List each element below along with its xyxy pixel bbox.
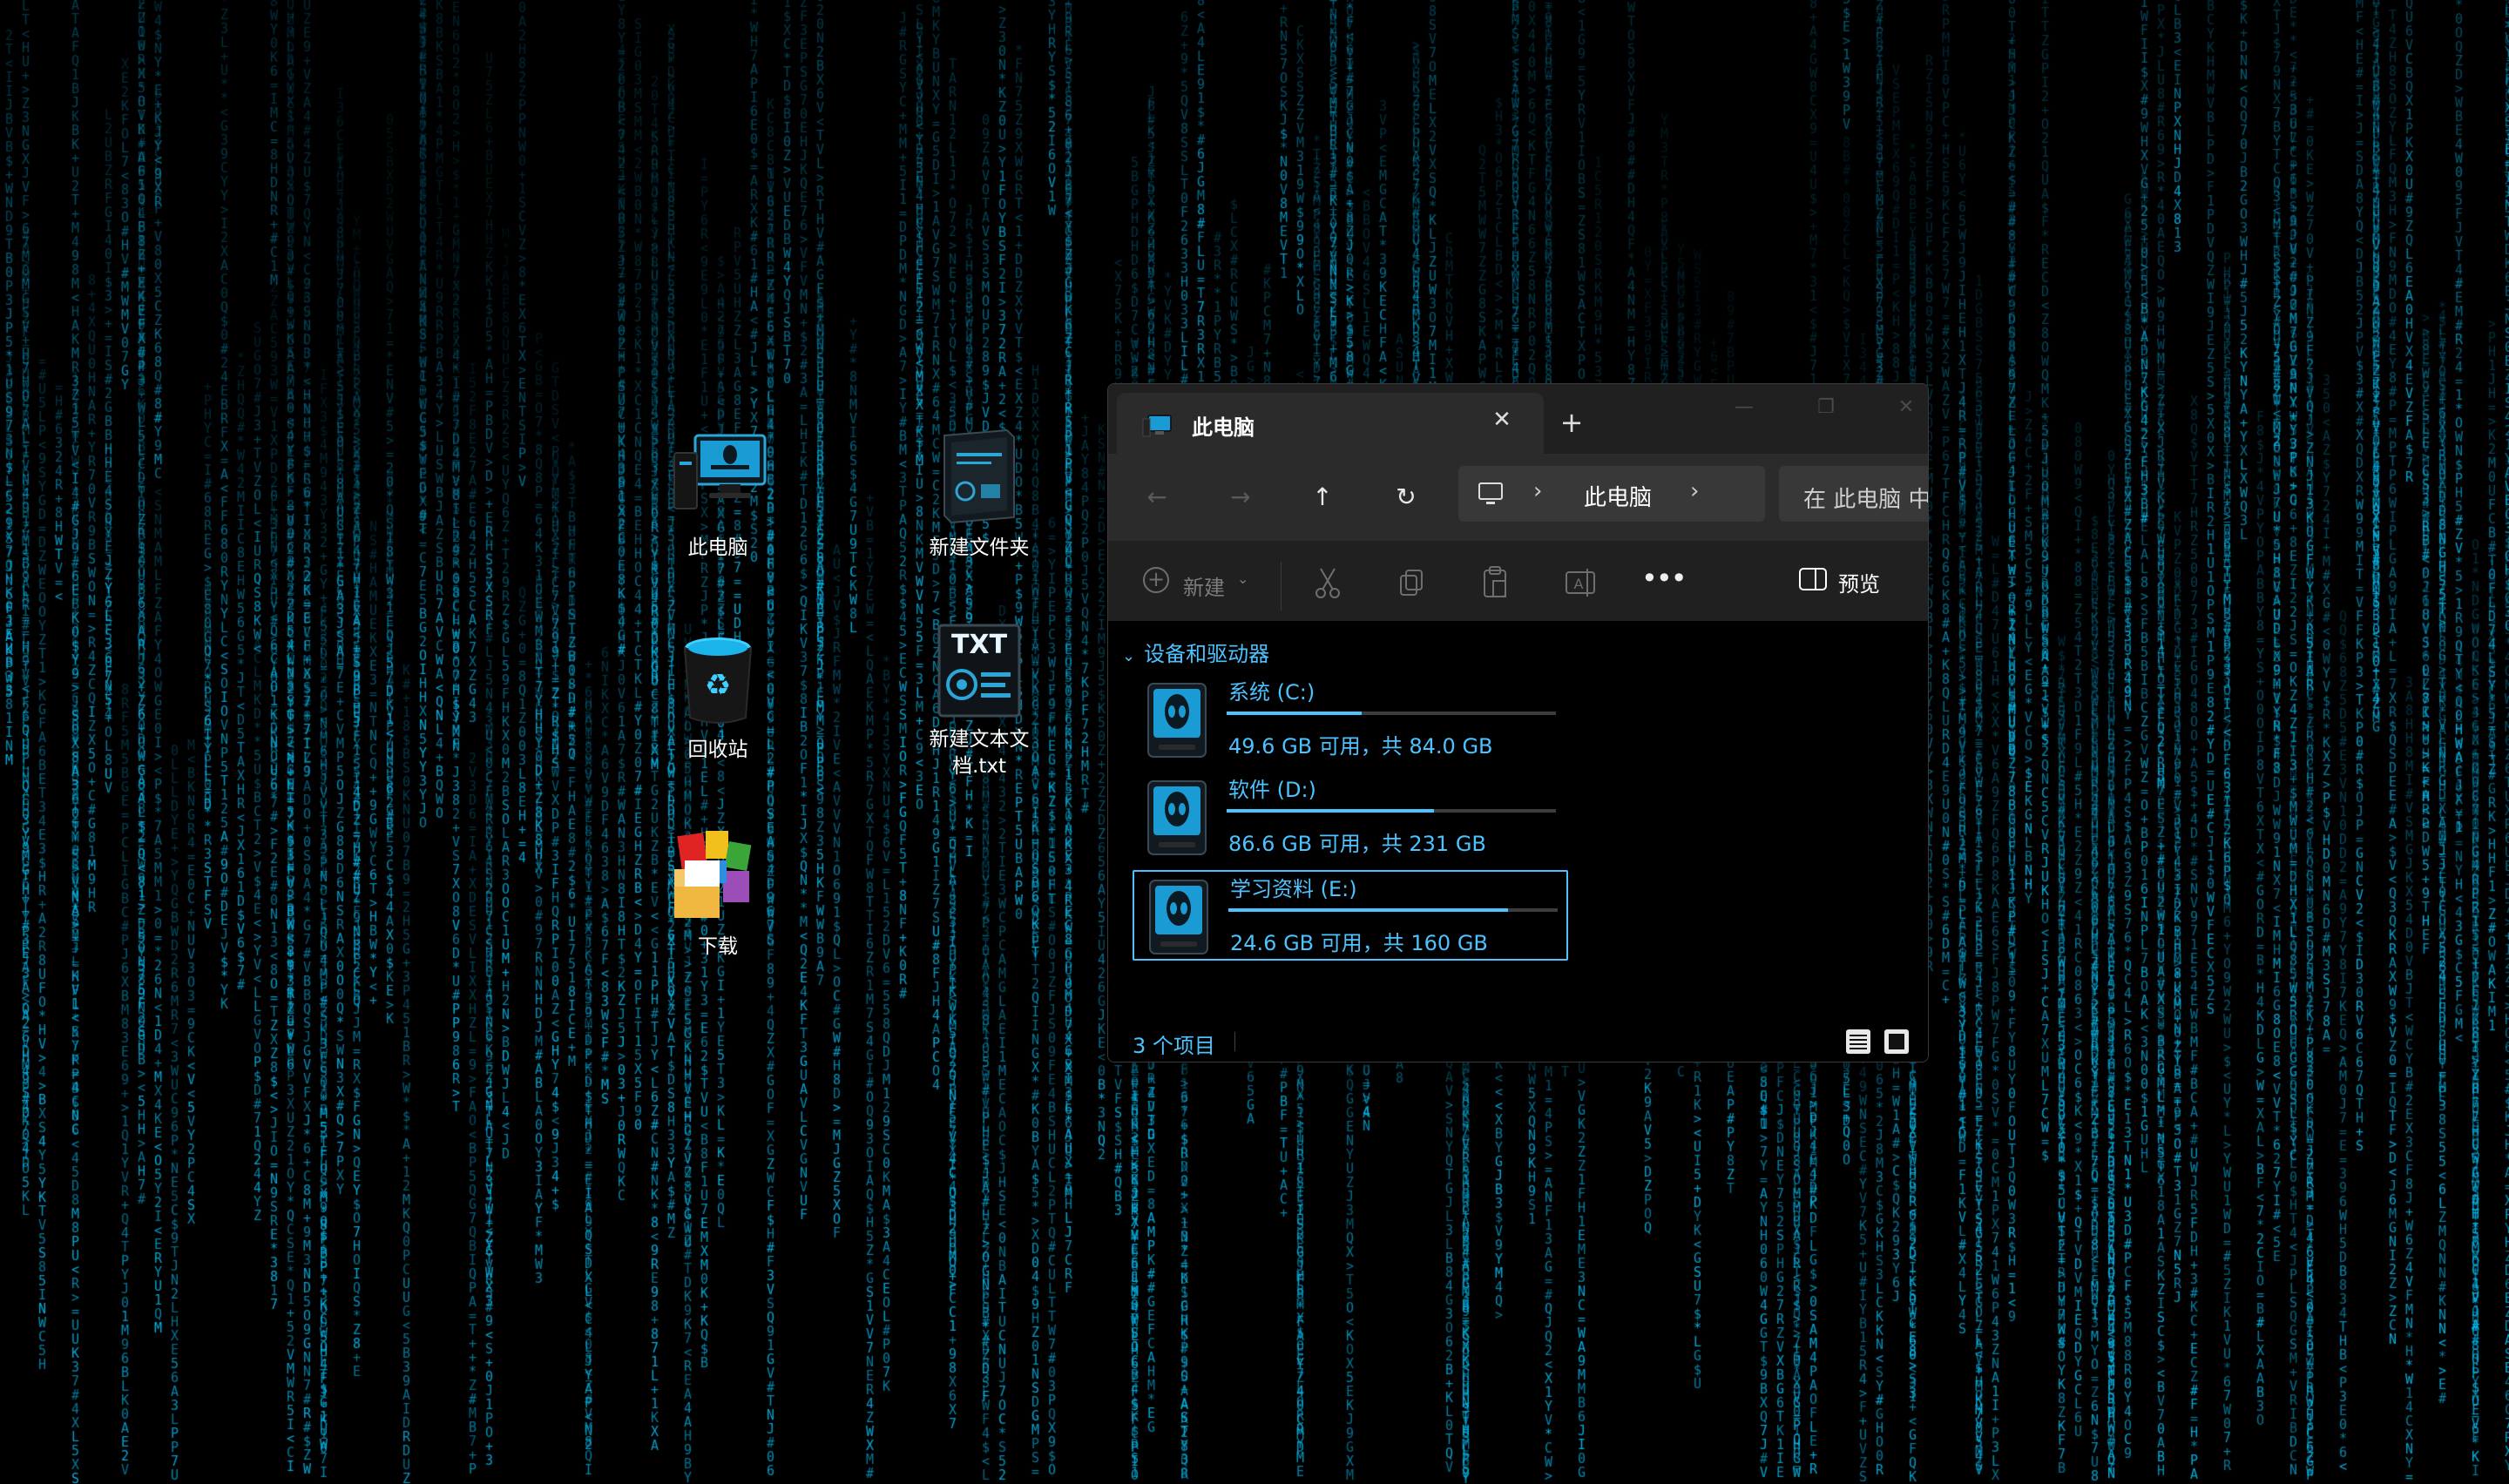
- desktop-icon-label: 此电脑: [687, 536, 748, 559]
- search-box[interactable]: 在 此电脑 中搜索: [1779, 466, 1929, 522]
- txt-file-icon: TXT: [927, 618, 1031, 723]
- command-bar: + 新建 ⌄ A ••• 预览: [1108, 541, 1928, 622]
- desktop-icon-label: 新建文件夹: [929, 536, 1030, 559]
- alien-drive-icon: [1145, 778, 1209, 865]
- minimize-button[interactable]: —: [1718, 395, 1770, 421]
- drive-usage-fill: [1228, 908, 1509, 912]
- copy-icon[interactable]: [1396, 565, 1427, 600]
- address-bar[interactable]: › 此电脑 ›: [1458, 466, 1765, 522]
- this-pc-small-icon: [1141, 414, 1173, 442]
- drive-name: 系统 (C:): [1228, 680, 1315, 705]
- toolbar-divider: [1281, 562, 1282, 610]
- desktop-icon-label: 回收站: [687, 739, 748, 761]
- desktop-icon-downloads[interactable]: 下载: [631, 826, 805, 961]
- drive-name: 学习资料 (E:): [1230, 877, 1357, 901]
- more-options-icon[interactable]: •••: [1641, 562, 1687, 595]
- rename-icon[interactable]: A: [1563, 565, 1598, 600]
- desktop-icon-recycle-bin[interactable]: ♻ 回收站: [631, 629, 805, 764]
- drive-space-info: 49.6 GB 可用，共 84.0 GB: [1228, 734, 1493, 759]
- refresh-icon[interactable]: ↻: [1389, 480, 1424, 515]
- download-boxes-icon: [666, 826, 770, 930]
- preview-label: 预览: [1838, 572, 1880, 597]
- tab-this-pc[interactable]: 此电脑 ✕: [1117, 393, 1544, 454]
- drive-usage-bar: [1227, 712, 1556, 715]
- drive-usage-fill: [1227, 809, 1435, 813]
- title-bar[interactable]: 此电脑 ✕ + — ❐ ✕: [1108, 384, 1928, 454]
- section-title: 设备和驱动器: [1144, 642, 1270, 666]
- item-count: 3 个项目: [1133, 1034, 1215, 1058]
- plus-circle-icon: +: [1143, 567, 1169, 593]
- section-devices-and-drives[interactable]: ⌄ 设备和驱动器: [1122, 637, 1269, 667]
- chevron-right-icon[interactable]: ›: [1690, 478, 1699, 504]
- close-window-button[interactable]: ✕: [1880, 395, 1928, 421]
- cut-icon[interactable]: [1312, 565, 1343, 600]
- drive-space-info: 86.6 GB 可用，共 231 GB: [1228, 832, 1486, 856]
- file-explorer-window: 此电脑 ✕ + — ❐ ✕ ← → ↑ ↻ › 此电脑 › 在 此电脑 中搜索: [1107, 383, 1929, 1062]
- desktop-icon-this-pc[interactable]: 此电脑: [631, 427, 805, 562]
- recycle-bin-icon: ♻: [666, 629, 770, 733]
- drive-usage-bar: [1227, 809, 1556, 813]
- close-icon[interactable]: ✕: [1487, 405, 1517, 435]
- desktop-icon-new-text-doc[interactable]: TXT 新建文本文档.txt: [892, 618, 1066, 780]
- drive-space-info: 24.6 GB 可用，共 160 GB: [1230, 931, 1488, 955]
- new-button-label: 新建: [1183, 576, 1225, 600]
- forward-arrow-icon[interactable]: →: [1223, 480, 1258, 515]
- new-tab-button[interactable]: +: [1554, 405, 1589, 440]
- breadcrumb-this-pc[interactable]: 此电脑: [1584, 480, 1652, 512]
- details-view-icon[interactable]: [1845, 1029, 1871, 1055]
- navigation-bar: ← → ↑ ↻ › 此电脑 › 在 此电脑 中搜索: [1108, 454, 1928, 541]
- paste-icon[interactable]: [1479, 565, 1511, 600]
- desktop-icon-new-folder[interactable]: 新建文件夹: [892, 427, 1066, 562]
- svg-text:TXT: TXT: [951, 630, 1008, 660]
- new-button[interactable]: + 新建 ⌄: [1143, 565, 1265, 600]
- preview-pane-icon: [1798, 567, 1828, 595]
- search-placeholder: 在 此电脑 中搜索: [1803, 487, 1929, 513]
- drive-e[interactable]: 学习资料 (E:) 24.6 GB 可用，共 160 GB: [1133, 870, 1568, 961]
- folder-tower-icon: [927, 427, 1031, 531]
- drive-name: 软件 (D:): [1228, 778, 1316, 802]
- tab-title: 此电脑: [1192, 415, 1254, 440]
- chevron-down-icon: ⌄: [1237, 570, 1249, 587]
- drive-usage-bar: [1228, 908, 1558, 912]
- alien-drive-icon: [1146, 877, 1211, 964]
- desktop-icon-label: 下载: [698, 935, 738, 958]
- svg-text:A: A: [1574, 576, 1584, 592]
- status-divider: [1234, 1032, 1235, 1051]
- content-area: ⌄ 设备和驱动器 系统 (C:) 49.6 GB 可用，共 84.0 GB 软件…: [1108, 621, 1928, 1022]
- desktop-icon-label: 新建文本文档.txt: [929, 728, 1030, 778]
- chevron-right-icon[interactable]: ›: [1533, 478, 1542, 504]
- svg-text:♻: ♻: [705, 668, 731, 703]
- alien-drive-icon: [1145, 680, 1209, 767]
- back-arrow-icon[interactable]: ←: [1140, 480, 1174, 515]
- maximize-button[interactable]: ❐: [1800, 395, 1852, 421]
- status-bar: 3 个项目: [1108, 1022, 1928, 1062]
- chevron-down-icon: ⌄: [1122, 647, 1136, 665]
- up-arrow-icon[interactable]: ↑: [1305, 480, 1340, 515]
- alienware-computer-icon: [666, 427, 770, 531]
- drive-usage-fill: [1227, 712, 1362, 715]
- drive-d[interactable]: 软件 (D:) 86.6 GB 可用，共 231 GB: [1133, 772, 1568, 863]
- monitor-icon: [1478, 482, 1504, 509]
- drive-c[interactable]: 系统 (C:) 49.6 GB 可用，共 84.0 GB: [1133, 675, 1568, 766]
- large-icons-view-icon[interactable]: [1883, 1029, 1910, 1055]
